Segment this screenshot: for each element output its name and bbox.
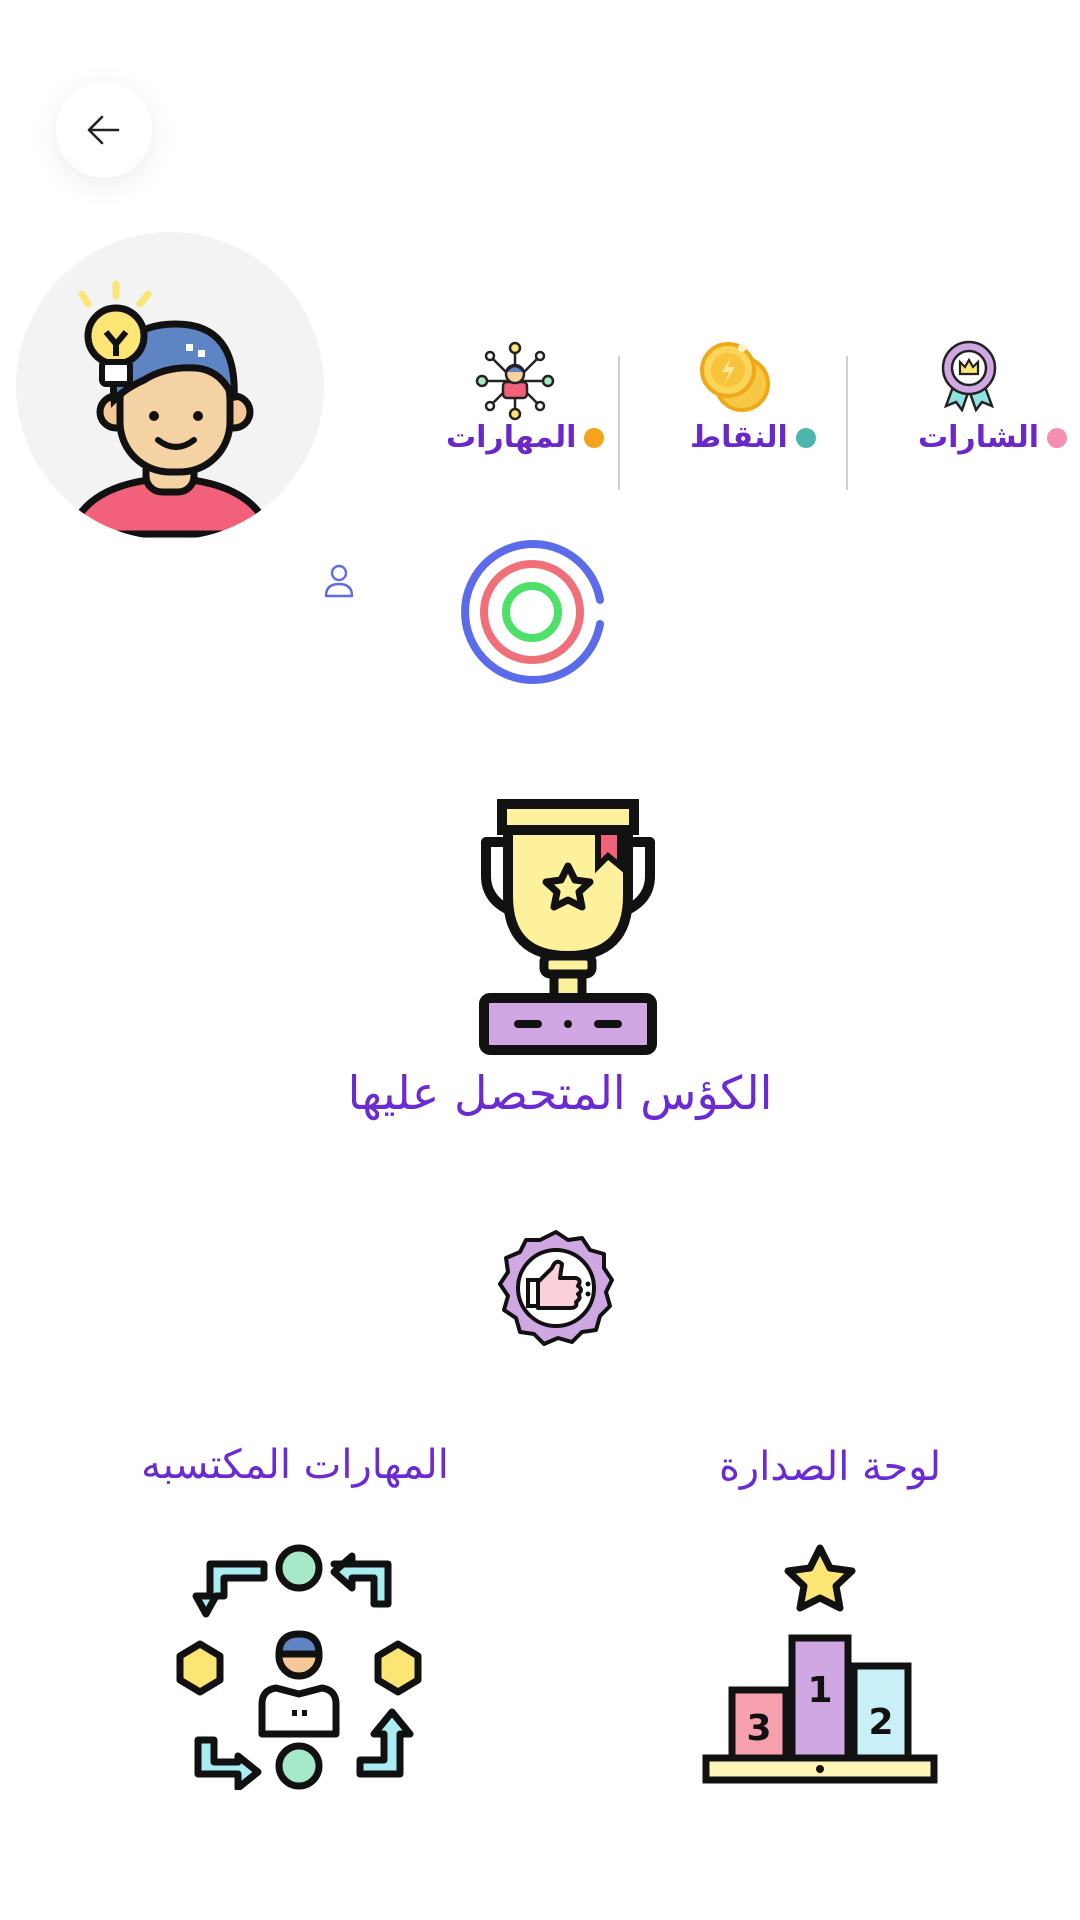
network-icon <box>475 341 555 421</box>
badges-dot <box>1047 427 1068 448</box>
stat-points-label: النقاط <box>690 420 788 455</box>
avatar[interactable] <box>16 232 324 540</box>
svg-text:3: 3 <box>746 1708 771 1749</box>
badge-icon <box>941 340 997 412</box>
svg-text:1: 1 <box>807 1670 832 1711</box>
divider <box>618 356 620 490</box>
user-icon[interactable] <box>322 562 356 600</box>
user-avatar-icon <box>65 280 275 538</box>
trophy-icon[interactable] <box>474 796 662 1056</box>
thumbs-up-badge-icon[interactable] <box>496 1228 616 1348</box>
stat-badges-label: الشارات <box>918 420 1040 455</box>
leaderboard-title: لوحة الصدارة <box>718 1444 942 1490</box>
back-button[interactable] <box>56 82 152 178</box>
stat-skills[interactable]: المهارات <box>446 420 605 455</box>
activity-rings <box>461 540 604 684</box>
acquired-skills-title: المهارات المكتسبه <box>141 1442 449 1488</box>
svg-text:2: 2 <box>868 1702 893 1743</box>
stat-skills-label: المهارات <box>446 420 577 455</box>
skills-dot <box>584 427 605 448</box>
trophies-title: الكؤس المتحصل عليها <box>347 1066 773 1120</box>
podium-icon[interactable]: 3 1 2 <box>700 1544 940 1784</box>
arrow-left-icon <box>87 115 120 145</box>
points-dot <box>795 427 816 448</box>
coins-icon <box>700 342 770 412</box>
divider <box>846 356 848 490</box>
stat-points[interactable]: النقاط <box>690 420 816 455</box>
skills-cycle-icon[interactable] <box>176 1544 422 1790</box>
stat-badges[interactable]: الشارات <box>918 420 1068 455</box>
